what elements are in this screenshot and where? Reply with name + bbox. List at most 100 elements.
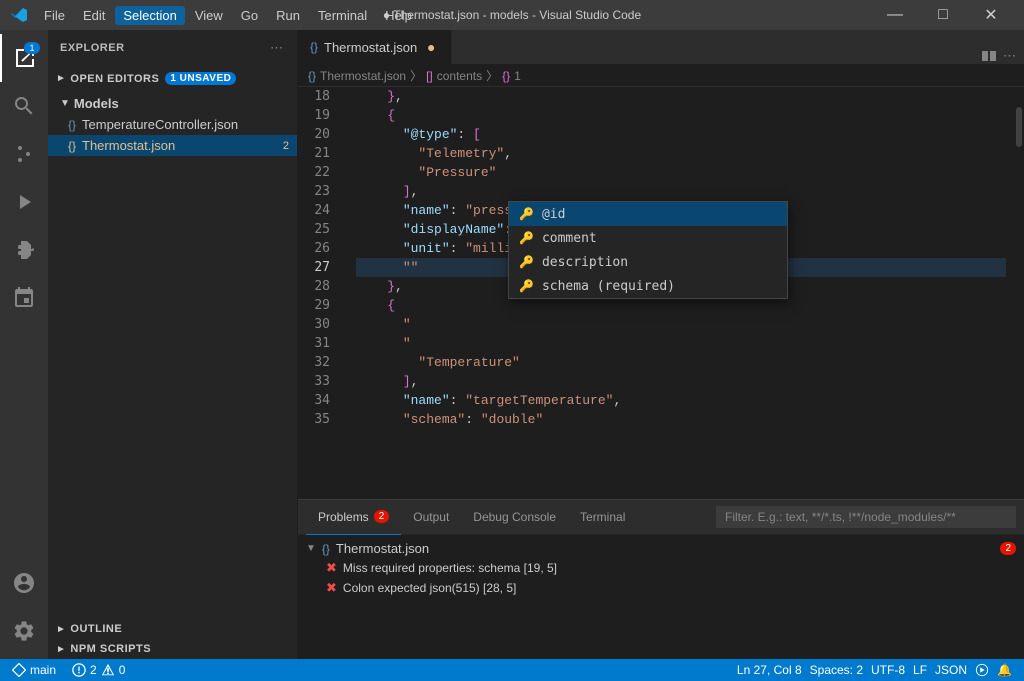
json-file-icon-2: {} <box>68 139 76 153</box>
main-layout: 1 Explorer ⋯ <box>0 30 1024 659</box>
code-line-33: ], <box>356 372 1006 391</box>
key-icon-2: 🔑 <box>519 231 534 245</box>
breadcrumb-contents[interactable]: contents <box>437 69 482 83</box>
panel-tab-output[interactable]: Output <box>401 500 461 535</box>
open-editors-badge: 1 Unsaved <box>165 72 236 85</box>
open-editors-label: Open Editors <box>70 73 159 85</box>
npm-scripts-header[interactable]: ► NPM Scripts <box>48 639 297 659</box>
line-num-24: 24 <box>298 201 338 220</box>
outline-header[interactable]: ► Outline <box>48 619 297 639</box>
file-temperature-controller[interactable]: {} TemperatureController.json <box>48 114 297 135</box>
line-num-32: 32 <box>298 353 338 372</box>
menu-file[interactable]: File <box>36 6 73 25</box>
problem-group-name: Thermostat.json <box>336 541 429 556</box>
problem-item-2[interactable]: ✖ Colon expected json(515) [28, 5] <box>306 578 1016 598</box>
autocomplete-label-id: @id <box>542 207 565 222</box>
file-thermostat[interactable]: {} Thermostat.json 2 <box>48 135 297 156</box>
line-num-27: 27 <box>298 258 338 277</box>
status-branch: main <box>30 663 56 677</box>
line-num-30: 30 <box>298 315 338 334</box>
npm-arrow: ► <box>56 644 66 655</box>
scrollbar-thumb[interactable] <box>1016 107 1022 147</box>
line-num-34: 34 <box>298 391 338 410</box>
activity-extensions[interactable] <box>0 226 48 274</box>
breadcrumb-file[interactable]: Thermostat.json <box>320 69 406 83</box>
maximize-button[interactable]: □ <box>920 0 966 30</box>
models-arrow: ▼ <box>60 98 70 109</box>
close-button[interactable]: ✕ <box>968 0 1014 30</box>
problem-item-1[interactable]: ✖ Miss required properties: schema [19, … <box>306 558 1016 578</box>
menu-bar: File Edit Selection View Go Run Terminal… <box>36 6 420 25</box>
activity-explorer[interactable]: 1 <box>0 34 48 82</box>
status-position[interactable]: Ln 27, Col 8 <box>733 659 806 681</box>
code-area[interactable]: }, { "@type": [ "Telemetry", <box>348 87 1014 499</box>
panel-filter-input[interactable] <box>716 506 1016 528</box>
status-spaces-text: Spaces: 2 <box>810 663 863 677</box>
status-language-text: JSON <box>935 663 967 677</box>
menu-go[interactable]: Go <box>233 6 266 25</box>
menu-terminal[interactable]: Terminal <box>310 6 375 25</box>
tab-thermostat[interactable]: {} Thermostat.json ● <box>298 30 452 64</box>
panel-tab-debug-console[interactable]: Debug Console <box>461 500 568 535</box>
window-title: ● Thermostat.json - models - Visual Stud… <box>383 8 641 22</box>
activity-run[interactable] <box>0 178 48 226</box>
autocomplete-label-comment: comment <box>542 231 597 246</box>
status-errors[interactable]: 2 0 <box>68 659 129 681</box>
models-header[interactable]: ▼ Models <box>48 93 297 114</box>
menu-edit[interactable]: Edit <box>75 6 113 25</box>
status-warning-count: 0 <box>119 663 126 677</box>
panel-tab-bar: Problems 2 Output Debug Console Terminal <box>298 500 1024 535</box>
json-file-icon-panel: {} <box>322 542 330 556</box>
key-icon-4: 🔑 <box>519 279 534 293</box>
tab-close-button[interactable]: ● <box>423 39 439 55</box>
problem-text-1: Miss required properties: schema [19, 5] <box>343 561 557 575</box>
activity-bar: 1 <box>0 30 48 659</box>
menu-run[interactable]: Run <box>268 6 308 25</box>
more-tab-actions[interactable]: ⋯ <box>1003 48 1016 64</box>
open-editors-header[interactable]: ► Open Editors 1 Unsaved <box>48 68 297 89</box>
autocomplete-item-id[interactable]: 🔑 @id <box>509 202 787 226</box>
error-icon-2: ✖ <box>326 580 337 596</box>
problem-group-header[interactable]: ▼ {} Thermostat.json 2 <box>306 539 1016 558</box>
breadcrumb-index[interactable]: 1 <box>514 69 521 83</box>
activity-search[interactable] <box>0 82 48 130</box>
code-line-34: "name": "targetTemperature", <box>356 391 1006 410</box>
panel-tab-problems[interactable]: Problems 2 <box>306 500 401 535</box>
status-remote[interactable] <box>971 659 993 681</box>
window-controls: — □ ✕ <box>872 0 1014 30</box>
code-line-32: "Temperature" <box>356 353 1006 372</box>
autocomplete-item-comment[interactable]: 🔑 comment <box>509 226 787 250</box>
activity-source-tree[interactable] <box>0 274 48 322</box>
menu-view[interactable]: View <box>187 6 231 25</box>
editor-scroll[interactable]: 18 19 20 21 22 23 24 25 26 27 28 29 30 3… <box>298 87 1024 499</box>
status-right: Ln 27, Col 8 Spaces: 2 UTF-8 LF JSON 🔔 <box>733 659 1016 681</box>
menu-selection[interactable]: Selection <box>115 6 184 25</box>
status-encoding[interactable]: UTF-8 <box>867 659 909 681</box>
split-editor-button[interactable] <box>981 47 997 64</box>
autocomplete-item-description[interactable]: 🔑 description <box>509 250 787 274</box>
scrollbar[interactable] <box>1014 87 1024 499</box>
status-language[interactable]: JSON <box>931 659 971 681</box>
activity-account[interactable] <box>0 559 48 607</box>
sidebar-more-button[interactable]: ⋯ <box>268 38 285 58</box>
panel-tab-terminal[interactable]: Terminal <box>568 500 637 535</box>
open-editors-arrow: ► <box>56 73 66 84</box>
status-git[interactable]: main <box>8 659 60 681</box>
problem-group-thermostat: ▼ {} Thermostat.json 2 ✖ Miss required p… <box>306 539 1016 598</box>
file-name-thermostat: Thermostat.json <box>82 138 175 153</box>
line-num-23: 23 <box>298 182 338 201</box>
line-num-20: 20 <box>298 125 338 144</box>
activity-bottom <box>0 559 48 655</box>
code-line-23: ], <box>356 182 1006 201</box>
autocomplete-item-schema[interactable]: 🔑 schema (required) <box>509 274 787 298</box>
status-spaces[interactable]: Spaces: 2 <box>806 659 867 681</box>
status-eol[interactable]: LF <box>909 659 931 681</box>
breadcrumb-icon-2: [] <box>426 69 433 83</box>
activity-settings[interactable] <box>0 607 48 655</box>
activity-source-control[interactable] <box>0 130 48 178</box>
breadcrumb-icon-1: {} <box>308 69 316 83</box>
status-notifications[interactable]: 🔔 <box>993 659 1016 681</box>
minimize-button[interactable]: — <box>872 0 918 30</box>
terminal-label: Terminal <box>580 510 625 524</box>
breadcrumb-sep-2: 〉 <box>486 67 498 84</box>
